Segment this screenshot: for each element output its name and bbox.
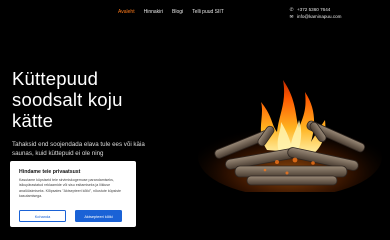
nav-item-pricelist[interactable]: Hinnakiri (144, 9, 163, 15)
phone-number: +372 5360 7644 (297, 7, 331, 12)
contact-email[interactable]: ✉ info@kaminapuu.com (289, 13, 342, 20)
phone-icon: ✆ (289, 7, 294, 12)
hero-title: Küttepuud soodsalt koju kätte (12, 68, 123, 131)
campfire-image (198, 80, 382, 192)
accept-all-button[interactable]: Aktsepteeri kõiki (75, 210, 122, 222)
mail-icon: ✉ (289, 14, 294, 19)
nav-item-home[interactable]: Avaleht (118, 9, 135, 15)
hero-text: Tahaksid end soojendada elava tule ees v… (12, 141, 145, 157)
contact-phone[interactable]: ✆ +372 5360 7644 (289, 6, 342, 13)
cookie-title: Hindame teie privaatsust (19, 169, 81, 175)
nav-item-blog[interactable]: Blogi (172, 9, 183, 15)
email-address: info@kaminapuu.com (297, 14, 342, 19)
nav-item-order[interactable]: Telli puud SIIT (192, 9, 224, 15)
cookie-text: Kasutame küpsiseid teie sirvimiskogemuse… (19, 178, 122, 198)
main-nav: Avaleht Hinnakiri Blogi Telli puud SIIT (118, 9, 224, 15)
cookie-consent-dialog: Hindame teie privaatsust Kasutame küpsis… (10, 161, 136, 227)
customize-button[interactable]: Kohanda (19, 210, 66, 222)
contact-info: ✆ +372 5360 7644 ✉ info@kaminapuu.com (289, 6, 342, 20)
